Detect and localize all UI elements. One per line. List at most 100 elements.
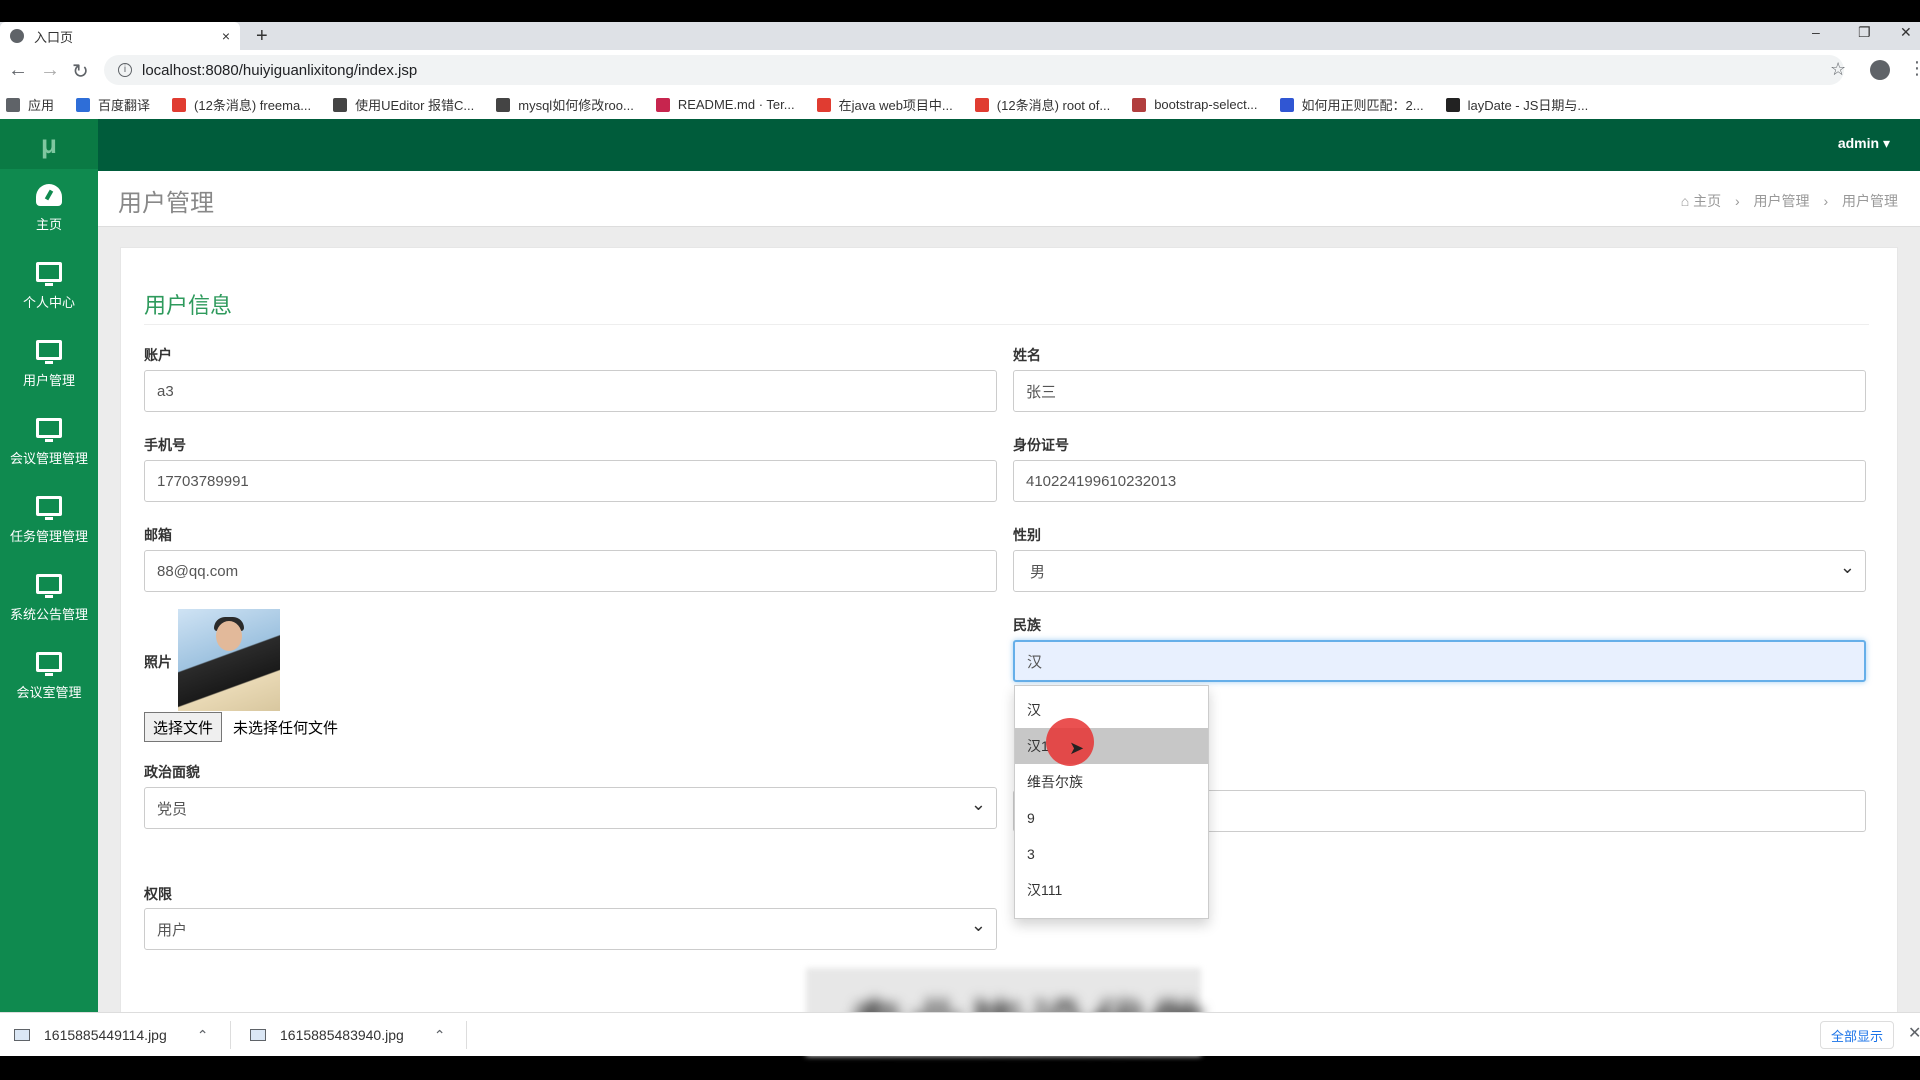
email-input[interactable]: 88@qq.com — [144, 550, 997, 592]
bookmark-item[interactable]: 百度翻译 — [76, 95, 150, 114]
favicon-icon — [1132, 97, 1147, 112]
dashboard-icon — [36, 183, 62, 206]
image-file-icon — [14, 1029, 30, 1041]
bookmark-label: 在java web项目中... — [838, 98, 953, 113]
profile-avatar-icon[interactable] — [1870, 60, 1890, 80]
chevron-up-icon[interactable]: ⌃ — [434, 1027, 446, 1044]
browser-tab[interactable]: 入口页 × — [0, 22, 240, 50]
sidebar-item[interactable]: 主页 — [0, 169, 98, 247]
window-close-button[interactable]: ✕ — [1900, 24, 1912, 41]
phone-label: 手机号 — [144, 437, 186, 453]
restore-button[interactable]: ❐ — [1858, 24, 1871, 41]
divider — [466, 1021, 467, 1049]
download-item[interactable]: 1615885483940.jpg ⌃ — [250, 1013, 446, 1057]
sidebar-item-label: 任务管理管理 — [9, 528, 88, 544]
divider — [230, 1021, 231, 1049]
name-input[interactable]: 张三 — [1013, 370, 1866, 412]
bookmark-item[interactable]: 如何用正则匹配：2... — [1279, 95, 1424, 114]
breadcrumb-home[interactable]: 主页 — [1693, 193, 1721, 209]
sidebar-item[interactable]: 任务管理管理 — [0, 481, 98, 559]
breadcrumb: ⌂ 主页 › 用户管理 › 用户管理 — [1681, 191, 1898, 211]
bookmark-label: layDate - JS日期与... — [1467, 98, 1589, 113]
sidebar-item-label: 用户管理 — [22, 372, 75, 388]
close-shelf-icon[interactable]: ✕ — [1908, 1023, 1920, 1043]
phone-input[interactable]: 17703789991 — [144, 460, 997, 502]
user-dropdown[interactable]: admin ▾ — [1838, 135, 1890, 152]
reload-icon[interactable]: ↻ — [72, 59, 89, 84]
info-icon[interactable]: i — [118, 63, 132, 77]
sidebar-item[interactable]: 系统公告管理 — [0, 559, 98, 637]
bookmark-item[interactable]: mysql如何修改roo... — [496, 95, 634, 114]
bookmark-label: mysql如何修改roo... — [518, 98, 634, 113]
bookmark-item[interactable]: 在java web项目中... — [816, 95, 953, 114]
favicon-icon — [76, 97, 91, 112]
bookmark-item[interactable]: (12条消息) freema... — [172, 95, 311, 114]
ethnicity-input[interactable]: 汉 — [1013, 640, 1866, 682]
sidebar-item-label: 主页 — [35, 216, 62, 232]
sidebar-item-label: 系统公告管理 — [9, 606, 88, 622]
page-header: 用户管理 ⌂ 主页 › 用户管理 › 用户管理 — [98, 171, 1920, 227]
image-file-icon — [250, 1029, 266, 1041]
monitor-icon — [36, 339, 62, 364]
autocomplete-option[interactable]: 汉111 — [1015, 872, 1208, 908]
bookmark-item[interactable]: bootstrap-select... — [1132, 97, 1258, 112]
menu-kebab-icon[interactable]: ⋮ — [1908, 58, 1920, 79]
monitor-icon — [36, 417, 62, 442]
sidebar-item[interactable]: 会议管理管理 — [0, 403, 98, 481]
idcard-input[interactable]: 410224199610232013 — [1013, 460, 1866, 502]
autocomplete-option[interactable]: 汉 — [1015, 692, 1208, 728]
bookmark-star-icon[interactable]: ☆ — [1830, 59, 1846, 80]
monitor-icon — [36, 651, 62, 676]
bookmark-label: 应用 — [28, 98, 55, 113]
ethnicity-label: 民族 — [1013, 617, 1041, 633]
autocomplete-option[interactable]: 9 — [1015, 800, 1208, 836]
sidebar-item[interactable]: 用户管理 — [0, 325, 98, 403]
bookmark-item[interactable]: README.md · Ter... — [655, 97, 795, 112]
breadcrumb-section[interactable]: 用户管理 — [1754, 193, 1810, 209]
download-item[interactable]: 1615885449114.jpg ⌃ — [14, 1013, 209, 1057]
sidebar-item[interactable]: 个人中心 — [0, 247, 98, 325]
url-field[interactable]: i localhost:8080/huiyiguanlixitong/index… — [104, 55, 1844, 85]
back-arrow-icon[interactable]: ← — [8, 59, 28, 82]
autocomplete-option[interactable]: 维吾尔族 — [1015, 764, 1208, 800]
bookmark-item[interactable]: (12条消息) root of... — [974, 95, 1110, 114]
panel-title: 用户信息 — [144, 293, 233, 318]
monitor-icon — [36, 495, 62, 520]
choose-file-button[interactable]: 选择文件 — [144, 712, 223, 742]
divider — [144, 324, 1869, 325]
account-input[interactable]: a3 — [144, 370, 997, 412]
sidebar-item[interactable]: 会议室管理 — [0, 637, 98, 715]
gender-select[interactable]: 男 — [1013, 550, 1866, 592]
chevron-up-icon[interactable]: ⌃ — [197, 1027, 209, 1044]
tab-close-icon[interactable]: × — [222, 28, 230, 44]
apps-grid-icon — [6, 97, 20, 112]
favicon-icon — [172, 97, 187, 112]
sidebar-item-label: 个人中心 — [22, 294, 75, 310]
download-filename: 1615885449114.jpg — [44, 1027, 167, 1043]
favicon-icon — [816, 97, 831, 112]
address-bar: ← → ↻ i localhost:8080/huiyiguanlixitong… — [0, 50, 1920, 90]
minimize-button[interactable]: – — [1812, 24, 1820, 40]
apps-bookmark[interactable]: 应用 — [6, 95, 54, 114]
photo-label: 照片 — [144, 654, 172, 670]
autocomplete-option[interactable]: 汉1 — [1015, 728, 1208, 764]
show-all-button[interactable]: 全部显示 — [1820, 1021, 1894, 1049]
bookmark-label: 百度翻译 — [98, 98, 151, 113]
download-shelf: 1615885449114.jpg ⌃ 1615885483940.jpg ⌃ … — [0, 1012, 1920, 1056]
autocomplete-option[interactable]: 3 — [1015, 836, 1208, 872]
favicon-icon — [1279, 97, 1294, 112]
browser-chrome: 入口页 × + – ❐ ✕ ← → ↻ i localhost:8080/hui… — [0, 22, 1920, 120]
monitor-icon — [36, 573, 62, 598]
idcard-label: 身份证号 — [1013, 437, 1069, 453]
role-select[interactable]: 用户 — [144, 908, 997, 950]
app-logo[interactable]: μ — [0, 119, 98, 169]
bookmark-item[interactable]: layDate - JS日期与... — [1445, 95, 1589, 114]
bookmarks-bar: 应用 百度翻译 (12条消息) freema... 使用UEditor 报错C... m… — [0, 90, 1920, 120]
sidebar: μ 主页个人中心用户管理会议管理管理 任务管理管理 系统公告管理会议室管理 — [0, 119, 98, 1012]
bookmark-label: (12条消息) freema... — [194, 98, 312, 113]
politics-select[interactable]: 党员 — [144, 787, 997, 829]
new-tab-button[interactable]: + — [256, 25, 268, 48]
bookmark-item[interactable]: 使用UEditor 报错C... — [333, 95, 474, 114]
forward-arrow-icon[interactable]: → — [40, 59, 60, 82]
sidebar-item-label: 会议管理管理 — [9, 450, 88, 466]
